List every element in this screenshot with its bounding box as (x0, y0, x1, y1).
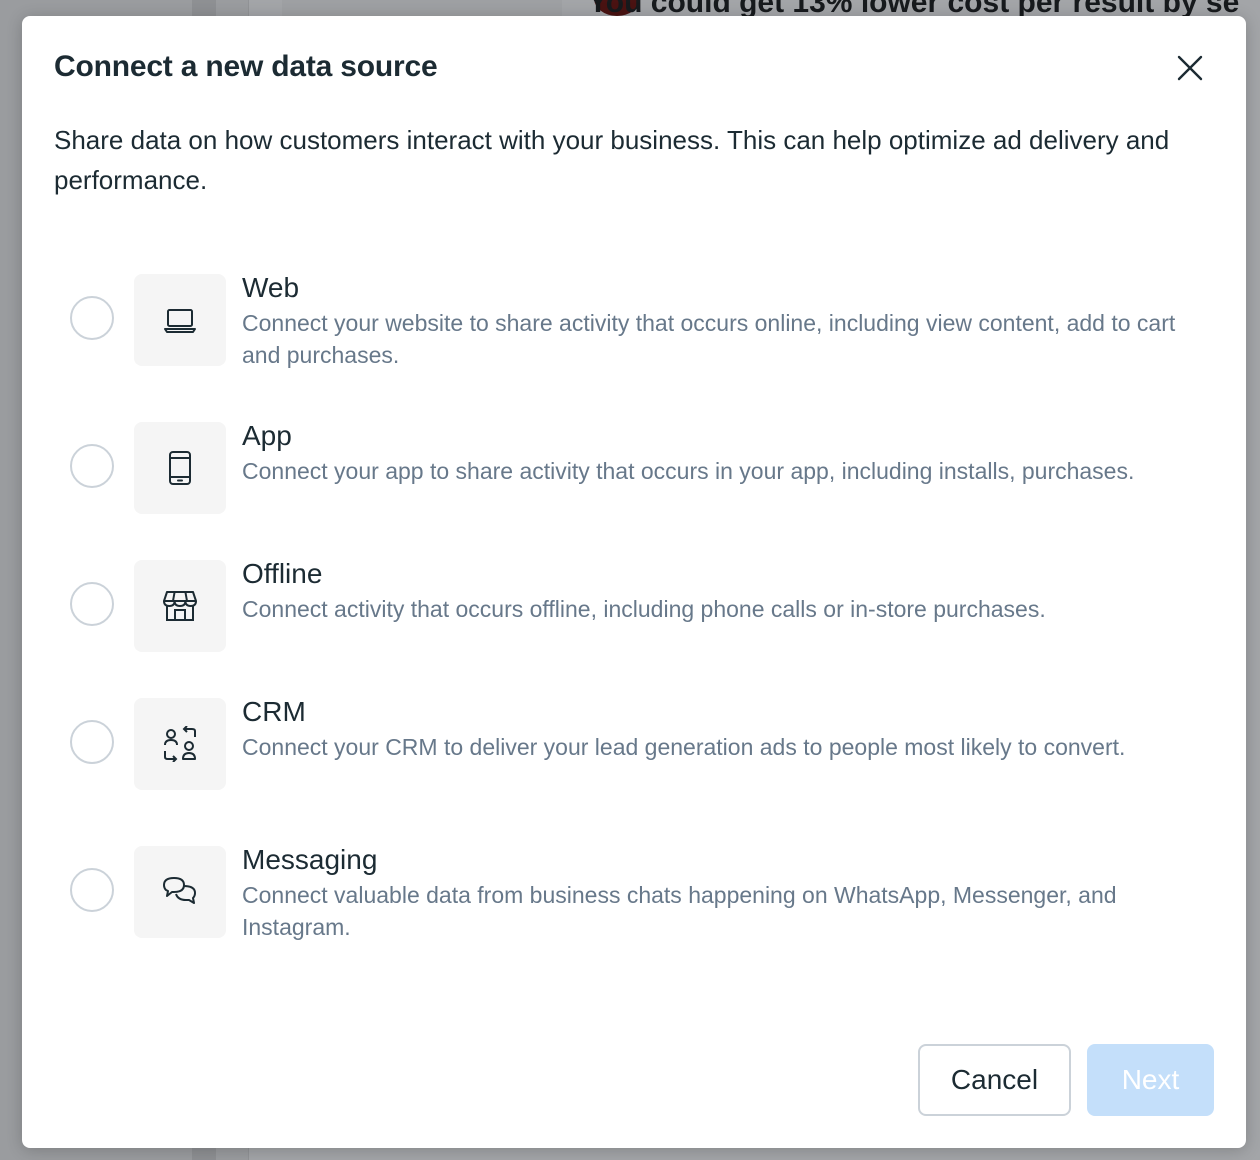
option-title: Web (242, 272, 300, 303)
option-title: Offline (242, 558, 323, 589)
chat-bubbles-icon (163, 877, 196, 904)
next-button[interactable]: Next (1087, 1044, 1214, 1116)
store-icon (163, 591, 197, 621)
option-web[interactable]: Web Connect your website to share activi… (54, 272, 1214, 371)
background-thumbnail (282, 0, 640, 16)
option-app[interactable]: App Connect your app to share activity t… (54, 420, 1214, 518)
radio-crm[interactable] (70, 720, 114, 764)
people-sync-icon (164, 726, 196, 762)
option-messaging[interactable]: Messaging Connect valuable data from bus… (54, 844, 1214, 943)
laptop-icon (164, 309, 196, 333)
radio-offline[interactable] (70, 582, 114, 626)
radio-web[interactable] (70, 296, 114, 340)
option-offline[interactable]: Offline Connect activity that occurs off… (54, 558, 1214, 656)
option-crm[interactable]: CRM Connect your CRM to deliver your lea… (54, 696, 1214, 794)
close-icon (1177, 55, 1203, 81)
option-title: App (242, 420, 292, 451)
option-description: Connect valuable data from business chat… (242, 882, 1117, 940)
connect-data-source-dialog: Connect a new data source Share data on … (22, 16, 1246, 1148)
option-description: Connect your app to share activity that … (242, 458, 1135, 484)
option-description: Connect your CRM to deliver your lead ge… (242, 734, 1126, 760)
icon-box-messaging (134, 846, 226, 938)
option-title: Messaging (242, 844, 378, 875)
radio-messaging[interactable] (70, 868, 114, 912)
icon-box-crm (134, 698, 226, 790)
dialog-description: Share data on how customers interact wit… (54, 125, 1170, 195)
option-title: CRM (242, 696, 306, 727)
option-description: Connect activity that occurs offline, in… (242, 596, 1046, 622)
mobile-phone-icon (169, 451, 191, 485)
option-description: Connect your website to share activity t… (242, 310, 1176, 368)
option-text-app: App Connect your app to share activity t… (242, 420, 1192, 487)
icon-box-app (134, 422, 226, 514)
dialog-title: Connect a new data source (54, 50, 438, 83)
radio-app[interactable] (70, 444, 114, 488)
option-text-offline: Offline Connect activity that occurs off… (242, 558, 1192, 625)
cancel-button[interactable]: Cancel (918, 1044, 1071, 1116)
close-button[interactable] (1170, 48, 1210, 88)
option-text-crm: CRM Connect your CRM to deliver your lea… (242, 696, 1192, 763)
icon-box-web (134, 274, 226, 366)
option-text-messaging: Messaging Connect valuable data from bus… (242, 844, 1192, 943)
option-text-web: Web Connect your website to share activi… (242, 272, 1192, 371)
icon-box-offline (134, 560, 226, 652)
